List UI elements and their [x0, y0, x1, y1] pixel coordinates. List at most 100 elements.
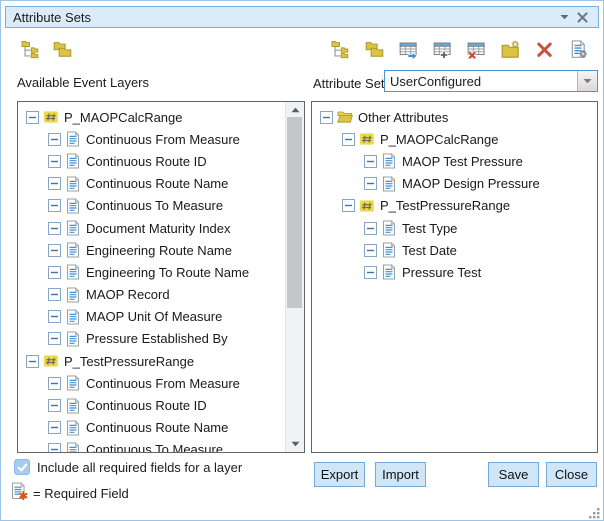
collapse-toggle-icon[interactable]: [342, 199, 355, 212]
collapse-toggle-icon[interactable]: [48, 310, 61, 323]
tree-node[interactable]: Continuous Route ID: [18, 150, 285, 172]
tree-node-label: Engineering Route Name: [86, 243, 232, 258]
collapse-toggle-icon[interactable]: [48, 399, 61, 412]
scroll-up-icon[interactable]: [286, 103, 304, 117]
table-add-button[interactable]: [432, 39, 453, 60]
collapse-toggle-icon[interactable]: [48, 244, 61, 257]
table-export-button[interactable]: [398, 39, 419, 60]
collapse-toggle-icon[interactable]: [364, 222, 377, 235]
tree-node[interactable]: Continuous From Measure: [18, 372, 285, 394]
close-button[interactable]: Close: [546, 462, 597, 487]
tree-node-label: MAOP Design Pressure: [402, 176, 540, 191]
tree-node[interactable]: Pressure Test: [312, 261, 597, 283]
field-doc-icon: [65, 287, 81, 303]
collapse-toggle-icon[interactable]: [48, 288, 61, 301]
collapse-toggle-icon[interactable]: [364, 155, 377, 168]
attribute-set-tree[interactable]: Other AttributesP_MAOPCalcRange MAOP Test…: [312, 106, 597, 284]
tree-node[interactable]: Test Date: [312, 239, 597, 261]
close-icon[interactable]: [573, 8, 591, 26]
tree-node[interactable]: Continuous Route Name: [18, 417, 285, 439]
titlebar[interactable]: Attribute Sets: [5, 6, 599, 28]
collapse-toggle-icon[interactable]: [48, 332, 61, 345]
collapse-toggle-icon[interactable]: [48, 266, 61, 279]
collapse-toggle-icon[interactable]: [48, 421, 61, 434]
tree-node[interactable]: Document Maturity Index: [18, 217, 285, 239]
tree-node[interactable]: MAOP Test Pressure: [312, 150, 597, 172]
collapse-toggle-icon[interactable]: [48, 443, 61, 453]
vertical-scrollbar[interactable]: [285, 102, 304, 452]
collapse-toggle-icon[interactable]: [48, 222, 61, 235]
collapse-toggle-icon[interactable]: [48, 133, 61, 146]
field-doc-icon: [65, 331, 81, 347]
tree-node[interactable]: Engineering Route Name: [18, 239, 285, 261]
tree-node-label: Document Maturity Index: [86, 221, 231, 236]
collapse-toggle-icon[interactable]: [48, 377, 61, 390]
field-doc-icon: [65, 264, 81, 280]
include-required-fields-checkbox[interactable]: [14, 459, 30, 475]
save-button[interactable]: Save: [488, 462, 539, 487]
attribute-sets-dialog: Attribute Sets Available Event Layers At…: [0, 0, 604, 521]
collapse-toggle-icon[interactable]: [364, 244, 377, 257]
field-doc-icon: [65, 375, 81, 391]
collapse-toggle-icon[interactable]: [342, 133, 355, 146]
tree-node[interactable]: P_MAOPCalcRange: [18, 106, 285, 128]
delete-button[interactable]: [534, 39, 555, 60]
tree-node[interactable]: Engineering To Route Name: [18, 261, 285, 283]
footer-buttons: Export Import Save Close: [314, 462, 597, 487]
tree-node-label: P_TestPressureRange: [380, 198, 510, 213]
tree-node[interactable]: MAOP Design Pressure: [312, 173, 597, 195]
tree-node[interactable]: Continuous To Measure: [18, 195, 285, 217]
tree-node-label: MAOP Unit Of Measure: [86, 309, 222, 324]
tree-node[interactable]: P_TestPressureRange: [312, 195, 597, 217]
collapse-toggle-icon[interactable]: [48, 177, 61, 190]
open-attribute-folders-button[interactable]: [364, 39, 385, 60]
tree-node[interactable]: Continuous To Measure: [18, 439, 285, 453]
tree-node[interactable]: Continuous Route Name: [18, 173, 285, 195]
collapse-toggle-icon[interactable]: [26, 111, 39, 124]
tree-node-label: Test Type: [402, 221, 457, 236]
tree-node[interactable]: Continuous Route ID: [18, 394, 285, 416]
tree-node-label: Continuous To Measure: [86, 442, 223, 453]
tree-node[interactable]: Pressure Established By: [18, 328, 285, 350]
attribute-set-combobox[interactable]: UserConfigured: [384, 70, 598, 92]
layer-tree-button[interactable]: [20, 39, 41, 60]
export-button[interactable]: Export: [314, 462, 365, 487]
tree-node-label: Continuous Route Name: [86, 420, 228, 435]
attribute-tree-button[interactable]: [330, 39, 351, 60]
collapse-toggle-icon[interactable]: [26, 355, 39, 368]
available-layers-tree[interactable]: P_MAOPCalcRangeContinuous From MeasureCo…: [18, 106, 285, 453]
resize-grip-icon[interactable]: [589, 506, 600, 517]
table-remove-button[interactable]: [466, 39, 487, 60]
tree-node-label: MAOP Test Pressure: [402, 154, 523, 169]
open-folders-button[interactable]: [52, 39, 73, 60]
tree-node[interactable]: Test Type: [312, 217, 597, 239]
collapse-toggle-icon[interactable]: [320, 111, 333, 124]
import-button[interactable]: Import: [375, 462, 426, 487]
collapse-toggle-icon[interactable]: [364, 177, 377, 190]
collapse-toggle-icon[interactable]: [48, 199, 61, 212]
tree-node-label: Test Date: [402, 243, 457, 258]
tree-node[interactable]: MAOP Unit Of Measure: [18, 306, 285, 328]
tree-node[interactable]: P_MAOPCalcRange: [312, 128, 597, 150]
tree-node[interactable]: Other Attributes: [312, 106, 597, 128]
layer-hash-icon: [43, 353, 59, 369]
tree-node[interactable]: P_TestPressureRange: [18, 350, 285, 372]
tree-node[interactable]: MAOP Record: [18, 284, 285, 306]
tree-node[interactable]: Continuous From Measure: [18, 128, 285, 150]
dock-caret-icon[interactable]: [555, 8, 573, 26]
attribute-set-label: Attribute Set:: [313, 76, 388, 91]
tree-node-label: Pressure Established By: [86, 331, 228, 346]
field-doc-icon: [381, 220, 397, 236]
field-doc-icon: [65, 309, 81, 325]
layer-hash-icon: [43, 109, 59, 125]
report-settings-button[interactable]: [568, 39, 589, 60]
required-field-legend: = Required Field: [33, 486, 129, 501]
scroll-down-icon[interactable]: [286, 437, 304, 451]
chevron-down-icon[interactable]: [577, 71, 597, 91]
collapse-toggle-icon[interactable]: [364, 266, 377, 279]
scrollbar-thumb[interactable]: [287, 117, 302, 308]
new-attribute-set-button[interactable]: [500, 39, 521, 60]
tree-node-label: P_MAOPCalcRange: [64, 110, 183, 125]
tree-node-label: MAOP Record: [86, 287, 170, 302]
collapse-toggle-icon[interactable]: [48, 155, 61, 168]
